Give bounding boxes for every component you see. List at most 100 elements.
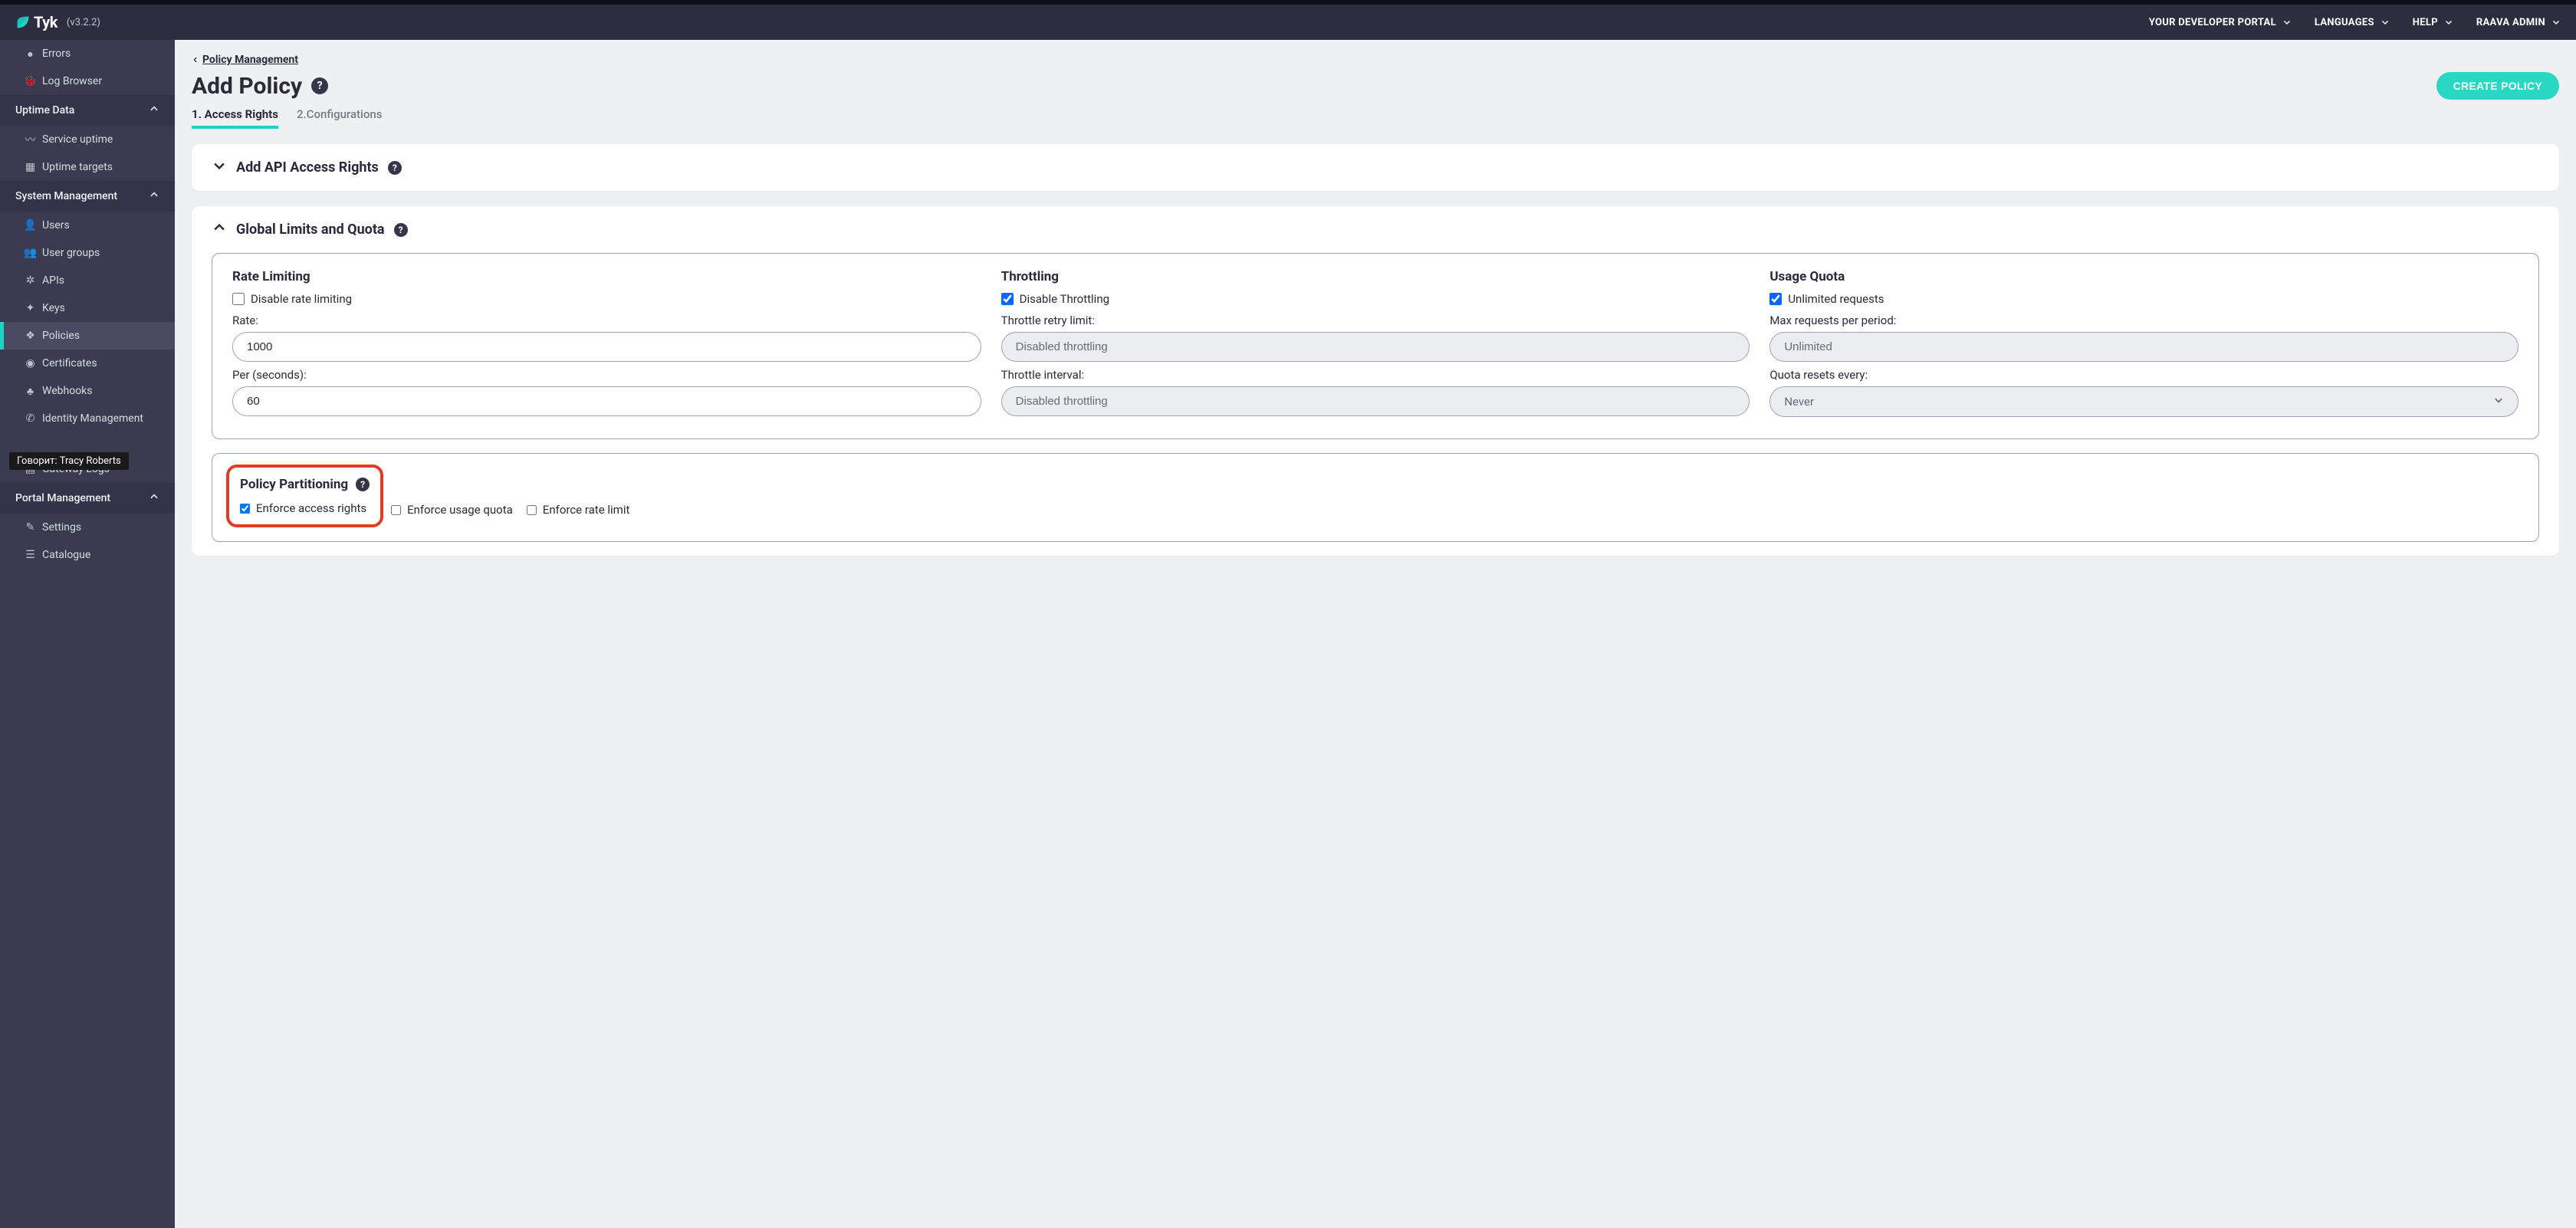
- enforce-usage-quota-checkbox[interactable]: Enforce usage quota: [391, 503, 513, 517]
- sidebar-section-portal[interactable]: Portal Management: [0, 483, 175, 514]
- enforce-access-rights-input[interactable]: [240, 504, 250, 514]
- per-seconds-input[interactable]: [232, 386, 981, 416]
- help-icon[interactable]: ?: [356, 478, 370, 491]
- bullet-icon: ●: [26, 50, 34, 58]
- partition-title: Policy Partitioning: [240, 477, 348, 492]
- nav-user-label: RAAVA ADMIN: [2476, 17, 2545, 28]
- card-global-limits: Global Limits and Quota ? Rate Limiting …: [192, 206, 2559, 556]
- list-icon: ☰: [26, 551, 34, 560]
- key-icon: ✦: [26, 304, 34, 313]
- logo-leaf-icon: [15, 15, 31, 30]
- unlimited-requests-checkbox[interactable]: Unlimited requests: [1769, 292, 2518, 306]
- wrench-icon: ✎: [26, 524, 34, 532]
- sidebar-item-label: Keys: [42, 302, 65, 314]
- chevron-up-icon: [149, 189, 159, 203]
- checkbox-label: Enforce access rights: [256, 501, 366, 515]
- nav-help-label: HELP: [2413, 17, 2438, 28]
- sidebar-section-label: Uptime Data: [15, 104, 74, 117]
- dot-icon: ◉: [26, 360, 34, 368]
- disable-throttling-input[interactable]: [1001, 293, 1014, 305]
- sidebar-section-uptime[interactable]: Uptime Data: [0, 95, 175, 126]
- chevron-down-icon: [2380, 18, 2390, 27]
- sidebar-item-webhooks[interactable]: ♣ Webhooks: [0, 377, 175, 405]
- sidebar-item-label: Policies: [42, 330, 80, 342]
- breadcrumb[interactable]: Policy Management: [192, 54, 298, 66]
- quota-reset-label: Quota resets every:: [1769, 368, 2518, 382]
- sidebar-item-label: User groups: [42, 247, 100, 259]
- sidebar-item-service-uptime[interactable]: 〰 Service uptime: [0, 126, 175, 153]
- throttle-interval-label: Throttle interval:: [1001, 368, 1750, 382]
- checkbox-label: Enforce rate limit: [543, 503, 630, 517]
- rate-limiting-title: Rate Limiting: [232, 269, 981, 284]
- sidebar-item-users[interactable]: 👤 Users: [0, 212, 175, 239]
- create-policy-button[interactable]: CREATE POLICY: [2436, 72, 2559, 100]
- sidebar-item-label: Certificates: [42, 357, 97, 369]
- select-value: Never: [1784, 395, 1814, 409]
- sidebar-item-policies[interactable]: ❖ Policies: [0, 322, 175, 350]
- sidebar-section-label: Portal Management: [15, 492, 110, 504]
- disable-rate-limiting-input[interactable]: [232, 293, 245, 305]
- nav-user-menu[interactable]: RAAVA ADMIN: [2476, 17, 2561, 28]
- sidebar-item-log-browser[interactable]: 🐞 Log Browser: [0, 67, 175, 95]
- help-icon[interactable]: ?: [394, 223, 408, 237]
- sidebar-item-errors[interactable]: ● Errors: [0, 40, 175, 67]
- nav-languages-label: LANGUAGES: [2315, 17, 2374, 28]
- checkbox-label: Unlimited requests: [1788, 292, 1884, 306]
- logo: Tyk: [15, 13, 58, 31]
- chevron-down-icon: [2493, 395, 2504, 409]
- sidebar-item-apis[interactable]: ✲ APIs: [0, 267, 175, 294]
- tab-configurations[interactable]: 2.Configurations: [297, 107, 382, 129]
- enforce-rate-limit-input[interactable]: [527, 505, 537, 515]
- throttling-title: Throttling: [1001, 269, 1750, 284]
- rate-input[interactable]: [232, 332, 981, 362]
- sidebar-section-system[interactable]: System Management: [0, 181, 175, 212]
- enforce-access-rights-checkbox[interactable]: Enforce access rights: [240, 501, 366, 515]
- bug-icon: 🐞: [26, 77, 34, 86]
- disable-rate-limiting-checkbox[interactable]: Disable rate limiting: [232, 292, 981, 306]
- sidebar-item-uptime-targets[interactable]: ▦ Uptime targets: [0, 153, 175, 181]
- throttle-interval-input: [1001, 386, 1750, 416]
- help-icon[interactable]: ?: [388, 161, 402, 175]
- sidebar-item-label: Catalogue: [42, 549, 90, 561]
- unlimited-requests-input[interactable]: [1769, 293, 1782, 305]
- disable-throttling-checkbox[interactable]: Disable Throttling: [1001, 292, 1750, 306]
- nav-help[interactable]: HELP: [2413, 17, 2453, 28]
- sidebar-item-label: Identity Management: [42, 412, 143, 425]
- enforce-rate-limit-checkbox[interactable]: Enforce rate limit: [527, 503, 630, 517]
- help-icon[interactable]: ?: [311, 77, 328, 94]
- chevron-up-icon: [149, 103, 159, 117]
- dash-icon: 〰: [26, 136, 34, 144]
- nav-languages[interactable]: LANGUAGES: [2315, 17, 2390, 28]
- throttling-column: Throttling Disable Throttling Throttle r…: [1001, 269, 1750, 417]
- usage-quota-column: Usage Quota Unlimited requests Max reque…: [1769, 269, 2518, 417]
- chevron-down-icon: [2282, 18, 2292, 27]
- page-title-text: Add Policy: [192, 73, 302, 100]
- sidebar-item-settings[interactable]: ✎ Settings: [0, 514, 175, 541]
- sidebar-item-identity-management[interactable]: ✆ Identity Management: [0, 405, 175, 432]
- throttle-retry-input: [1001, 332, 1750, 362]
- usage-quota-title: Usage Quota: [1769, 269, 2518, 284]
- nav-developer-portal[interactable]: YOUR DEVELOPER PORTAL: [2149, 17, 2292, 28]
- chevron-left-icon: [192, 56, 199, 64]
- checkbox-label: Enforce usage quota: [407, 503, 513, 517]
- sidebar-item-user-groups[interactable]: 👥 User groups: [0, 239, 175, 267]
- gear-icon: ✲: [26, 277, 34, 285]
- enforce-usage-quota-input[interactable]: [391, 505, 401, 515]
- sidebar-item-catalogue[interactable]: ☰ Catalogue: [0, 541, 175, 569]
- collapse-toggle[interactable]: [212, 220, 227, 239]
- collapse-toggle[interactable]: [212, 158, 227, 177]
- card-title: Global Limits and Quota: [236, 222, 385, 238]
- topbar: Tyk (v3.2.2) YOUR DEVELOPER PORTAL LANGU…: [0, 0, 2576, 40]
- speaker-caption: Говорит: Tracy Roberts: [9, 452, 129, 470]
- sidebar-item-label: Errors: [42, 48, 71, 60]
- sidebar-item-certificates[interactable]: ◉ Certificates: [0, 350, 175, 377]
- id-icon: ✆: [26, 415, 34, 423]
- sidebar-item-keys[interactable]: ✦ Keys: [0, 294, 175, 322]
- tabs: 1. Access Rights 2.Configurations: [192, 107, 2559, 129]
- hook-icon: ♣: [26, 387, 34, 396]
- tab-access-rights[interactable]: 1. Access Rights: [192, 107, 278, 129]
- app-version: (v3.2.2): [67, 17, 100, 28]
- shield-icon: ❖: [26, 332, 34, 340]
- quota-reset-select[interactable]: Never: [1769, 386, 2518, 417]
- chevron-up-icon: [149, 491, 159, 505]
